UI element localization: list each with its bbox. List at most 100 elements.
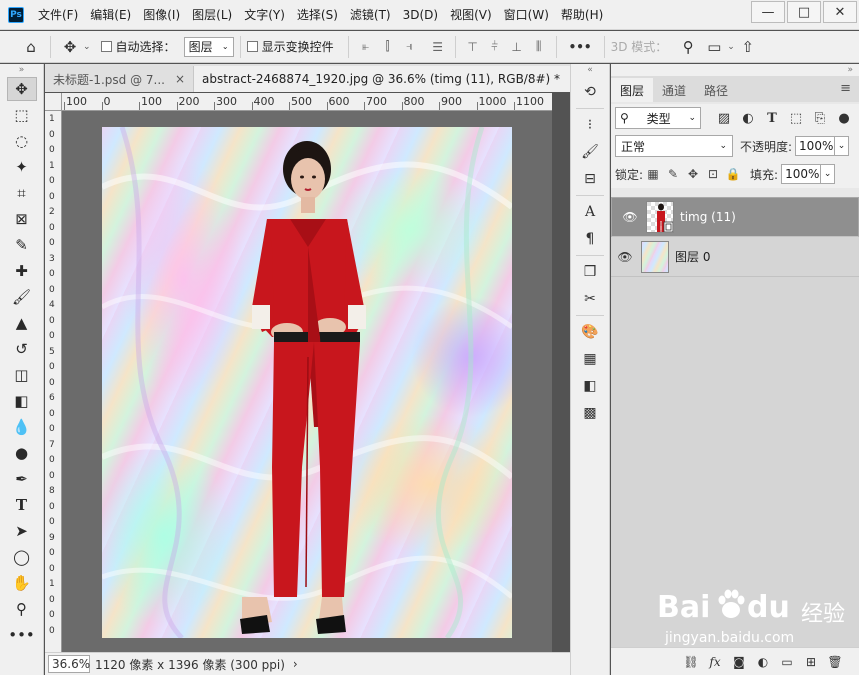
move-tool-icon[interactable]: ✥ <box>57 34 83 60</box>
magic-wand-tool-icon[interactable]: ✦ <box>7 155 37 179</box>
tab-paths[interactable]: 路径 <box>695 78 737 102</box>
zoom-level-input[interactable]: 36.6% <box>48 655 90 673</box>
eraser-tool-icon[interactable]: ◫ <box>7 363 37 387</box>
close-icon[interactable]: × <box>175 72 185 86</box>
new-group-icon[interactable]: ▭ <box>775 652 799 672</box>
filter-kind-dropdown[interactable]: ⚲ 类型 ⌄ <box>615 107 701 129</box>
distribute-vertical-icon[interactable]: ⫼ <box>528 36 550 58</box>
filter-type-icon[interactable]: T <box>761 108 783 128</box>
menu-help[interactable]: 帮助(H) <box>555 6 609 23</box>
marquee-tool-icon[interactable]: ⬚ <box>7 103 37 127</box>
more-options-icon[interactable]: ••• <box>569 40 592 54</box>
new-layer-icon[interactable]: ⊞ <box>799 652 823 672</box>
menu-3d[interactable]: 3D(D) <box>397 8 444 22</box>
menu-view[interactable]: 视图(V) <box>444 6 498 23</box>
auto-select-target-dropdown[interactable]: 图层 ⌄ <box>183 36 234 57</box>
menu-select[interactable]: 选择(S) <box>291 6 344 23</box>
stamp-tool-icon[interactable]: ▲ <box>7 311 37 335</box>
status-menu-arrow-icon[interactable]: › <box>293 657 298 671</box>
align-right-icon[interactable]: ⫣ <box>399 36 421 58</box>
tools-panel-icon[interactable]: ✂ <box>578 288 602 310</box>
history-brush-tool-icon[interactable]: ↺ <box>7 337 37 361</box>
brushes-panel-icon[interactable]: ⁝ <box>578 114 602 136</box>
align-bottom-icon[interactable]: ⊥ <box>506 36 528 58</box>
3d-panel-icon[interactable]: ❒ <box>578 261 602 283</box>
auto-select-checkbox[interactable] <box>100 41 112 52</box>
crop-tool-icon[interactable]: ⌗ <box>7 181 37 205</box>
layer-row[interactable]: 👁 图层 0 <box>611 237 859 277</box>
maximize-button[interactable]: □ <box>787 1 821 23</box>
align-hcenter-icon[interactable]: ⫿ <box>377 36 399 58</box>
zoom-tool-icon[interactable]: ⚲ <box>7 597 37 621</box>
collapse-icon[interactable]: « <box>571 64 609 76</box>
align-left-icon[interactable]: ⫦ <box>355 36 377 58</box>
menu-layer[interactable]: 图层(L) <box>186 6 238 23</box>
lock-all-icon[interactable]: 🔒 <box>723 164 743 184</box>
character-panel-icon[interactable]: A <box>578 201 602 223</box>
document-canvas[interactable] <box>102 127 512 638</box>
ruler-corner[interactable] <box>45 93 62 111</box>
blur-tool-icon[interactable]: 💧 <box>7 415 37 439</box>
brush-tool-icon[interactable]: 🖌 <box>7 285 37 309</box>
tab-layers[interactable]: 图层 <box>611 78 654 102</box>
filter-adjustment-icon[interactable]: ◐ <box>737 108 759 128</box>
lasso-tool-icon[interactable]: ◌ <box>7 129 37 153</box>
patterns-panel-icon[interactable]: ▩ <box>578 402 602 424</box>
close-button[interactable]: ✕ <box>823 1 857 23</box>
type-tool-icon[interactable]: T <box>7 493 37 517</box>
frame-tool-icon[interactable]: ⊠ <box>7 207 37 231</box>
pen-tool-icon[interactable]: ✒ <box>7 467 37 491</box>
layer-style-icon[interactable]: fx <box>703 652 727 672</box>
show-transform-checkbox[interactable] <box>246 41 258 52</box>
menu-image[interactable]: 图像(I) <box>137 6 186 23</box>
clone-source-panel-icon[interactable]: ⊟ <box>578 168 602 190</box>
fill-input[interactable]: 100% <box>781 164 822 184</box>
tab-abstract[interactable]: abstract-2468874_1920.jpg @ 36.6% (timg … <box>194 66 590 92</box>
lock-image-icon[interactable]: ✎ <box>663 164 683 184</box>
menu-file[interactable]: 文件(F) <box>32 6 84 23</box>
visibility-eye-icon[interactable]: 👁 <box>611 250 639 264</box>
lock-transparent-icon[interactable]: ▦ <box>643 164 663 184</box>
link-layers-icon[interactable]: ⛓ <box>679 652 703 672</box>
dodge-tool-icon[interactable]: ● <box>7 441 37 465</box>
vertical-ruler[interactable]: 1 0 0 1 0 0 2 0 0 3 0 0 4 0 0 5 0 0 6 0 0 7 0 0 8 0 0 9 0 0 1 0 0 0 <box>45 111 62 652</box>
add-mask-icon[interactable]: ◙ <box>727 652 751 672</box>
eyedropper-tool-icon[interactable]: ✎ <box>7 233 37 257</box>
minimize-button[interactable]: — <box>751 1 785 23</box>
gradient-tool-icon[interactable]: ◧ <box>7 389 37 413</box>
filter-toggle-icon[interactable]: ● <box>833 108 855 128</box>
chevron-down-icon[interactable]: ⌄ <box>727 42 735 52</box>
color-panel-icon[interactable]: 🎨 <box>578 321 602 343</box>
ellipse-tool-icon[interactable]: ◯ <box>7 545 37 569</box>
collapse-icon[interactable]: » <box>0 64 43 76</box>
chevron-down-icon[interactable]: ⌄ <box>835 136 850 156</box>
menu-edit[interactable]: 编辑(E) <box>84 6 137 23</box>
opacity-input[interactable]: 100% <box>795 136 836 156</box>
filter-shape-icon[interactable]: ⬚ <box>785 108 807 128</box>
home-icon[interactable]: ⌂ <box>18 34 44 60</box>
chevron-down-icon[interactable]: ⌄ <box>821 164 836 184</box>
menu-type[interactable]: 文字(Y) <box>238 6 291 23</box>
horizontal-ruler[interactable]: 1000100200300400500600700800900100011001… <box>62 93 552 111</box>
filter-pixel-icon[interactable]: ▨ <box>713 108 735 128</box>
blend-mode-dropdown[interactable]: 正常 ⌄ <box>615 135 733 157</box>
lock-position-icon[interactable]: ✥ <box>683 164 703 184</box>
lock-artboard-icon[interactable]: ⊡ <box>703 164 723 184</box>
move-tool-icon[interactable]: ✥ <box>6 77 37 101</box>
panel-menu-icon[interactable]: ≡ <box>840 81 851 96</box>
delete-layer-icon[interactable]: 🗑 <box>823 652 847 672</box>
collapse-icon[interactable]: » <box>611 64 859 76</box>
swatches-panel-icon[interactable]: ▦ <box>578 348 602 370</box>
tab-channels[interactable]: 通道 <box>653 78 695 102</box>
filter-smart-object-icon[interactable]: ⎘ <box>809 108 831 128</box>
paragraph-panel-icon[interactable]: ¶ <box>578 228 602 250</box>
menu-window[interactable]: 窗口(W) <box>498 6 555 23</box>
chevron-down-icon[interactable]: ⌄ <box>83 42 91 52</box>
align-top-icon[interactable]: ⊤ <box>462 36 484 58</box>
share-icon[interactable]: ⇧ <box>735 34 761 60</box>
canvas-area[interactable] <box>62 111 552 652</box>
brush-settings-panel-icon[interactable]: 🖌 <box>578 141 602 163</box>
gradients-panel-icon[interactable]: ◧ <box>578 375 602 397</box>
history-panel-icon[interactable]: ⟲ <box>578 81 602 103</box>
tab-untitled[interactable]: 未标题-1.psd @ 7... × <box>45 66 195 92</box>
